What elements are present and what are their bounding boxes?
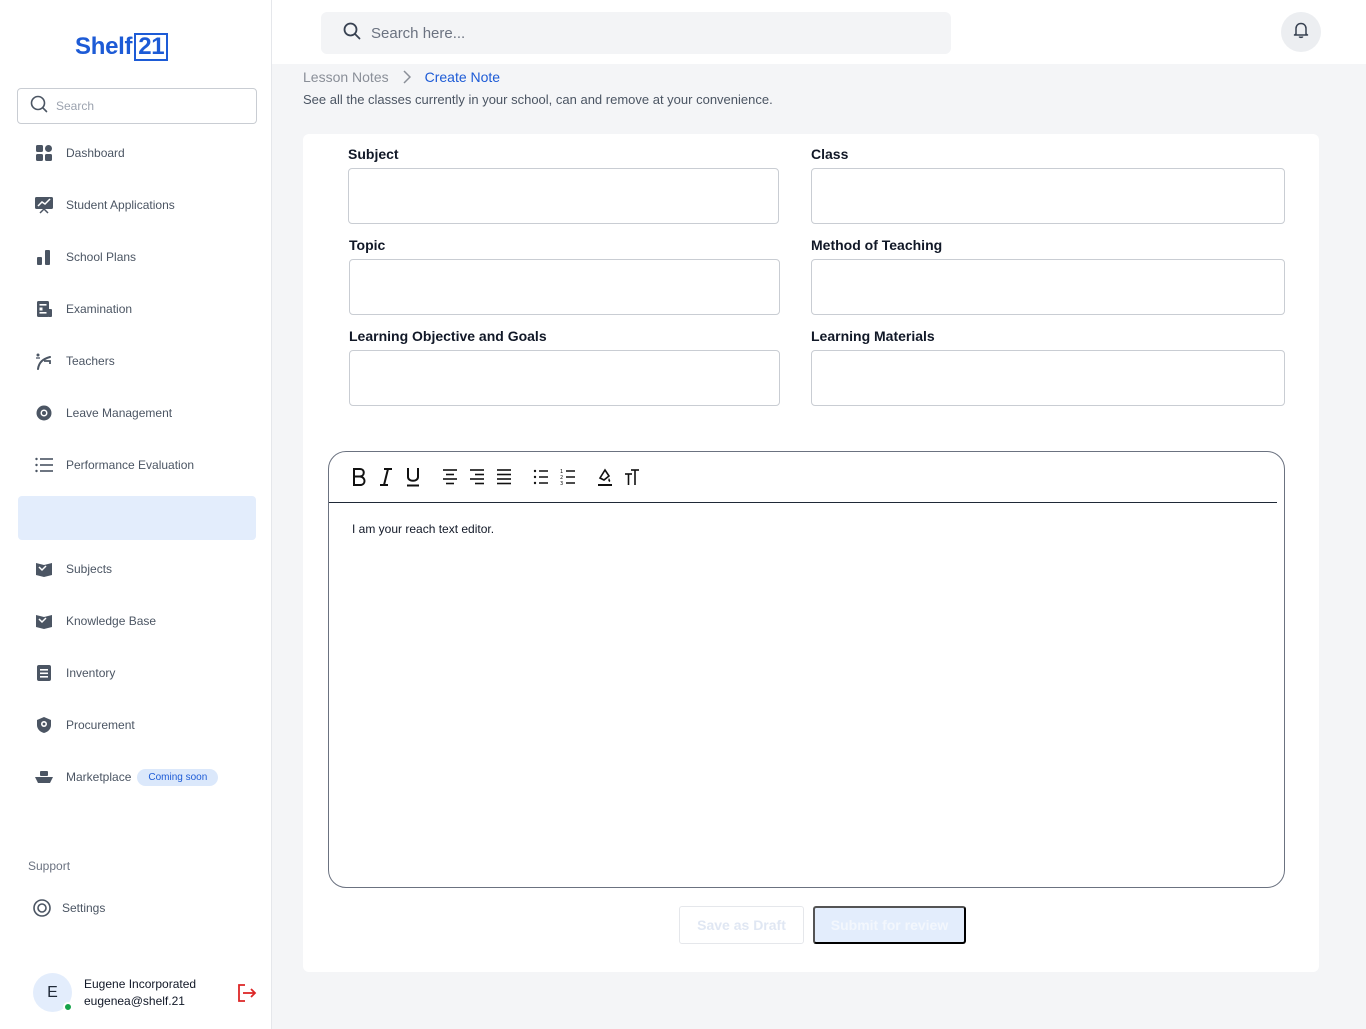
sidebar-item-label: Student Applications xyxy=(66,198,175,212)
underline-icon[interactable] xyxy=(403,466,423,488)
list-icon xyxy=(34,455,54,475)
shield-icon xyxy=(34,715,54,735)
text-color-icon[interactable] xyxy=(595,466,615,488)
learning-objective-field[interactable] xyxy=(349,350,780,406)
sidebar-item-knowledge-base[interactable]: Knowledge Base xyxy=(34,609,156,633)
subject-label: Subject xyxy=(348,146,399,162)
save-as-draft-button[interactable]: Save as Draft xyxy=(679,906,804,944)
brand-suffix: 21 xyxy=(134,33,169,61)
align-right-icon[interactable] xyxy=(467,466,487,488)
sidebar-item-label: Settings xyxy=(62,901,106,915)
book-icon xyxy=(34,559,54,579)
sidebar-item-label: Performance Evaluation xyxy=(66,458,195,472)
brand-logo[interactable]: Shelf 21 xyxy=(75,33,169,61)
topic-label: Topic xyxy=(349,237,386,253)
chevron-right-icon xyxy=(403,70,411,84)
sidebar-item-dashboard[interactable]: Dashboard xyxy=(34,141,125,165)
sidebar-item-active[interactable] xyxy=(18,496,256,540)
inventory-icon xyxy=(34,663,54,683)
sidebar-item-teachers[interactable]: Teachers xyxy=(34,349,115,373)
exam-document-icon xyxy=(34,299,54,319)
search-icon xyxy=(30,95,48,118)
bullet-list-icon[interactable] xyxy=(531,466,551,488)
top-bar: Search here... xyxy=(272,0,1366,64)
align-justify-icon[interactable] xyxy=(494,466,514,488)
global-search-input[interactable]: Search here... xyxy=(371,25,465,42)
support-section-label: Support xyxy=(28,859,71,873)
sidebar-item-label: Inventory xyxy=(66,666,116,680)
rich-text-editor: 123 I am your reach text editor. xyxy=(328,451,1285,888)
book-icon xyxy=(34,611,54,631)
sidebar-item-performance-evaluation[interactable]: Performance Evaluation xyxy=(34,453,194,477)
numbered-list-icon[interactable]: 123 xyxy=(558,466,578,488)
bell-icon xyxy=(1293,21,1309,44)
coming-soon-badge: Coming soon xyxy=(137,768,219,786)
teacher-icon xyxy=(34,351,54,371)
sidebar-item-label: Examination xyxy=(66,302,133,316)
search-icon xyxy=(343,22,361,45)
boat-icon xyxy=(34,767,54,787)
page-subtitle: See all the classes currently in your sc… xyxy=(303,92,773,107)
submit-for-review-button[interactable]: Submit for review xyxy=(813,906,966,944)
lifebuoy-icon xyxy=(34,403,54,423)
user-profile[interactable]: E Eugene Incorporated eugenea@shelf.21 xyxy=(33,973,196,1012)
logout-icon[interactable] xyxy=(236,983,258,1008)
editor-content[interactable]: I am your reach text editor. xyxy=(352,522,494,536)
sidebar-item-label: Teachers xyxy=(66,354,115,368)
sidebar-item-procurement[interactable]: Procurement xyxy=(34,713,135,737)
topic-field[interactable] xyxy=(349,259,780,315)
breadcrumb: Lesson Notes Create Note xyxy=(303,69,500,85)
italic-icon[interactable] xyxy=(376,466,396,488)
learning-materials-label: Learning Materials xyxy=(811,328,935,344)
online-status-dot xyxy=(63,1002,73,1012)
brand-name: Shelf xyxy=(75,33,133,60)
sidebar-item-label: School Plans xyxy=(66,250,137,264)
sidebar-item-settings[interactable]: Settings xyxy=(32,896,105,920)
dashboard-icon xyxy=(34,143,54,163)
user-email: eugenea@shelf.21 xyxy=(84,993,185,1008)
align-center-icon[interactable] xyxy=(440,466,460,488)
sidebar-item-student-applications[interactable]: Student Applications xyxy=(34,193,175,217)
sidebar-item-label: Subjects xyxy=(66,562,113,576)
editor-toolbar: 123 xyxy=(329,452,1277,503)
sidebar-item-examination[interactable]: Examination xyxy=(34,297,132,321)
sidebar-item-school-plans[interactable]: School Plans xyxy=(34,245,136,269)
bar-chart-icon xyxy=(34,247,54,267)
sidebar-item-label: Marketplace xyxy=(66,770,132,784)
sidebar-item-label: Procurement xyxy=(66,718,135,732)
notifications-button[interactable] xyxy=(1281,12,1321,52)
bold-icon[interactable] xyxy=(349,466,369,488)
text-size-icon[interactable] xyxy=(622,466,642,488)
sidebar-item-label: Leave Management xyxy=(66,406,173,420)
presentation-chart-icon xyxy=(34,195,54,215)
learning-objective-label: Learning Objective and Goals xyxy=(349,328,547,344)
settings-gear-icon xyxy=(32,898,52,918)
sidebar-search[interactable]: Search xyxy=(17,88,257,124)
avatar-initial: E xyxy=(47,983,58,1001)
sidebar-item-leave-management[interactable]: Leave Management xyxy=(34,401,172,425)
method-of-teaching-field[interactable] xyxy=(811,259,1285,315)
method-of-teaching-label: Method of Teaching xyxy=(811,237,943,253)
subject-field[interactable] xyxy=(348,168,779,224)
class-label: Class xyxy=(811,146,849,162)
breadcrumb-parent-link[interactable]: Lesson Notes xyxy=(303,69,389,85)
sidebar-item-label: Knowledge Base xyxy=(66,614,157,628)
sidebar: Shelf 21 Search Dashboard Student Applica… xyxy=(0,0,272,1029)
sidebar-item-inventory[interactable]: Inventory xyxy=(34,661,115,685)
breadcrumb-current: Create Note xyxy=(424,69,501,85)
avatar: E xyxy=(33,973,73,1012)
sidebar-item-subjects[interactable]: Subjects xyxy=(34,557,112,581)
user-name: Eugene Incorporated xyxy=(84,976,197,991)
sidebar-search-input[interactable]: Search xyxy=(56,99,94,113)
sidebar-item-label: Dashboard xyxy=(66,146,125,160)
sidebar-item-marketplace[interactable]: Marketplace Coming soon xyxy=(34,765,219,789)
class-field[interactable] xyxy=(811,168,1285,224)
global-search[interactable]: Search here... xyxy=(321,12,951,54)
svg-text:3: 3 xyxy=(560,481,563,486)
learning-materials-field[interactable] xyxy=(811,350,1285,406)
